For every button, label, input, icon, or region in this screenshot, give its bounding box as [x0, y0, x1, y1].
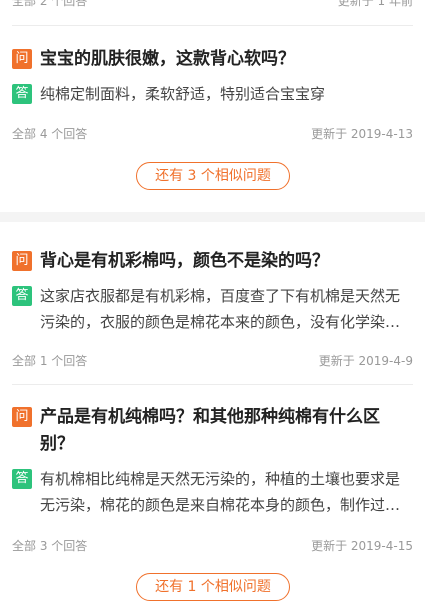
question-badge: 问 [12, 251, 32, 271]
divider [12, 25, 413, 26]
item-meta: 全部 4 个回答 更新于 2019-4-13 [12, 125, 413, 142]
answer-badge: 答 [12, 84, 32, 104]
qa-item[interactable]: 问 背心是有机彩棉吗，颜色不是染的吗？ 答 这家店衣服都是有机彩棉，百度查了下有… [12, 248, 413, 335]
previous-item-meta: 全部 2 个回答 更新于 1 年前 [0, 0, 425, 10]
divider [12, 384, 413, 385]
section-separator [0, 212, 425, 222]
answer-text[interactable]: 有机棉相比纯棉是天然无污染的，种植的土壤也要求是无污染，棉花的颜色是来自棉花本身… [40, 466, 413, 518]
question-text[interactable]: 宝宝的肌肤很嫩，这款背心软吗？ [40, 46, 295, 73]
answer-text[interactable]: 这家店衣服都是有机彩棉，百度查了下有机棉是天然无污染的，衣服的颜色是棉花本来的颜… [40, 283, 413, 335]
question-badge: 问 [12, 407, 32, 427]
updated-date: 更新于 1 年前 [337, 0, 413, 8]
answers-count[interactable]: 全部 1 个回答 [12, 352, 87, 369]
question-badge: 问 [12, 49, 32, 69]
question-text[interactable]: 背心是有机彩棉吗，颜色不是染的吗？ [40, 248, 329, 275]
question-text[interactable]: 产品是有机纯棉吗？和其他那种纯棉有什么区别？ [40, 404, 413, 458]
similar-questions-button[interactable]: 还有 1 个相似问题 [136, 573, 290, 601]
answer-badge: 答 [12, 286, 32, 306]
answers-count[interactable]: 全部 3 个回答 [12, 537, 87, 554]
answer-row[interactable]: 答 这家店衣服都是有机彩棉，百度查了下有机棉是天然无污染的，衣服的颜色是棉花本来… [12, 283, 413, 335]
answers-count[interactable]: 全部 2 个回答 [12, 0, 87, 9]
qa-page: 全部 2 个回答 更新于 1 年前 问 宝宝的肌肤很嫩，这款背心软吗？ 答 纯棉… [0, 0, 425, 615]
answer-row[interactable]: 答 纯棉定制面料，柔软舒适，特别适合宝宝穿 [12, 81, 413, 107]
question-row[interactable]: 问 背心是有机彩棉吗，颜色不是染的吗？ [12, 248, 413, 275]
answer-text[interactable]: 纯棉定制面料，柔软舒适，特别适合宝宝穿 [40, 81, 325, 107]
item-meta: 全部 1 个回答 更新于 2019-4-9 [12, 352, 413, 369]
qa-item[interactable]: 问 产品是有机纯棉吗？和其他那种纯棉有什么区别？ 答 有机棉相比纯棉是天然无污染… [12, 404, 413, 518]
answer-row[interactable]: 答 有机棉相比纯棉是天然无污染的，种植的土壤也要求是无污染，棉花的颜色是来自棉花… [12, 466, 413, 518]
answer-badge: 答 [12, 469, 32, 489]
question-row[interactable]: 问 产品是有机纯棉吗？和其他那种纯棉有什么区别？ [12, 404, 413, 458]
item-meta: 全部 3 个回答 更新于 2019-4-15 [12, 537, 413, 554]
updated-date: 更新于 2019-4-15 [311, 539, 413, 553]
answers-count[interactable]: 全部 4 个回答 [12, 125, 87, 142]
similar-questions-button[interactable]: 还有 3 个相似问题 [136, 162, 290, 190]
question-row[interactable]: 问 宝宝的肌肤很嫩，这款背心软吗？ [12, 46, 413, 73]
updated-date: 更新于 2019-4-9 [318, 354, 413, 368]
qa-item[interactable]: 问 宝宝的肌肤很嫩，这款背心软吗？ 答 纯棉定制面料，柔软舒适，特别适合宝宝穿 [12, 46, 413, 107]
updated-date: 更新于 2019-4-13 [311, 127, 413, 141]
